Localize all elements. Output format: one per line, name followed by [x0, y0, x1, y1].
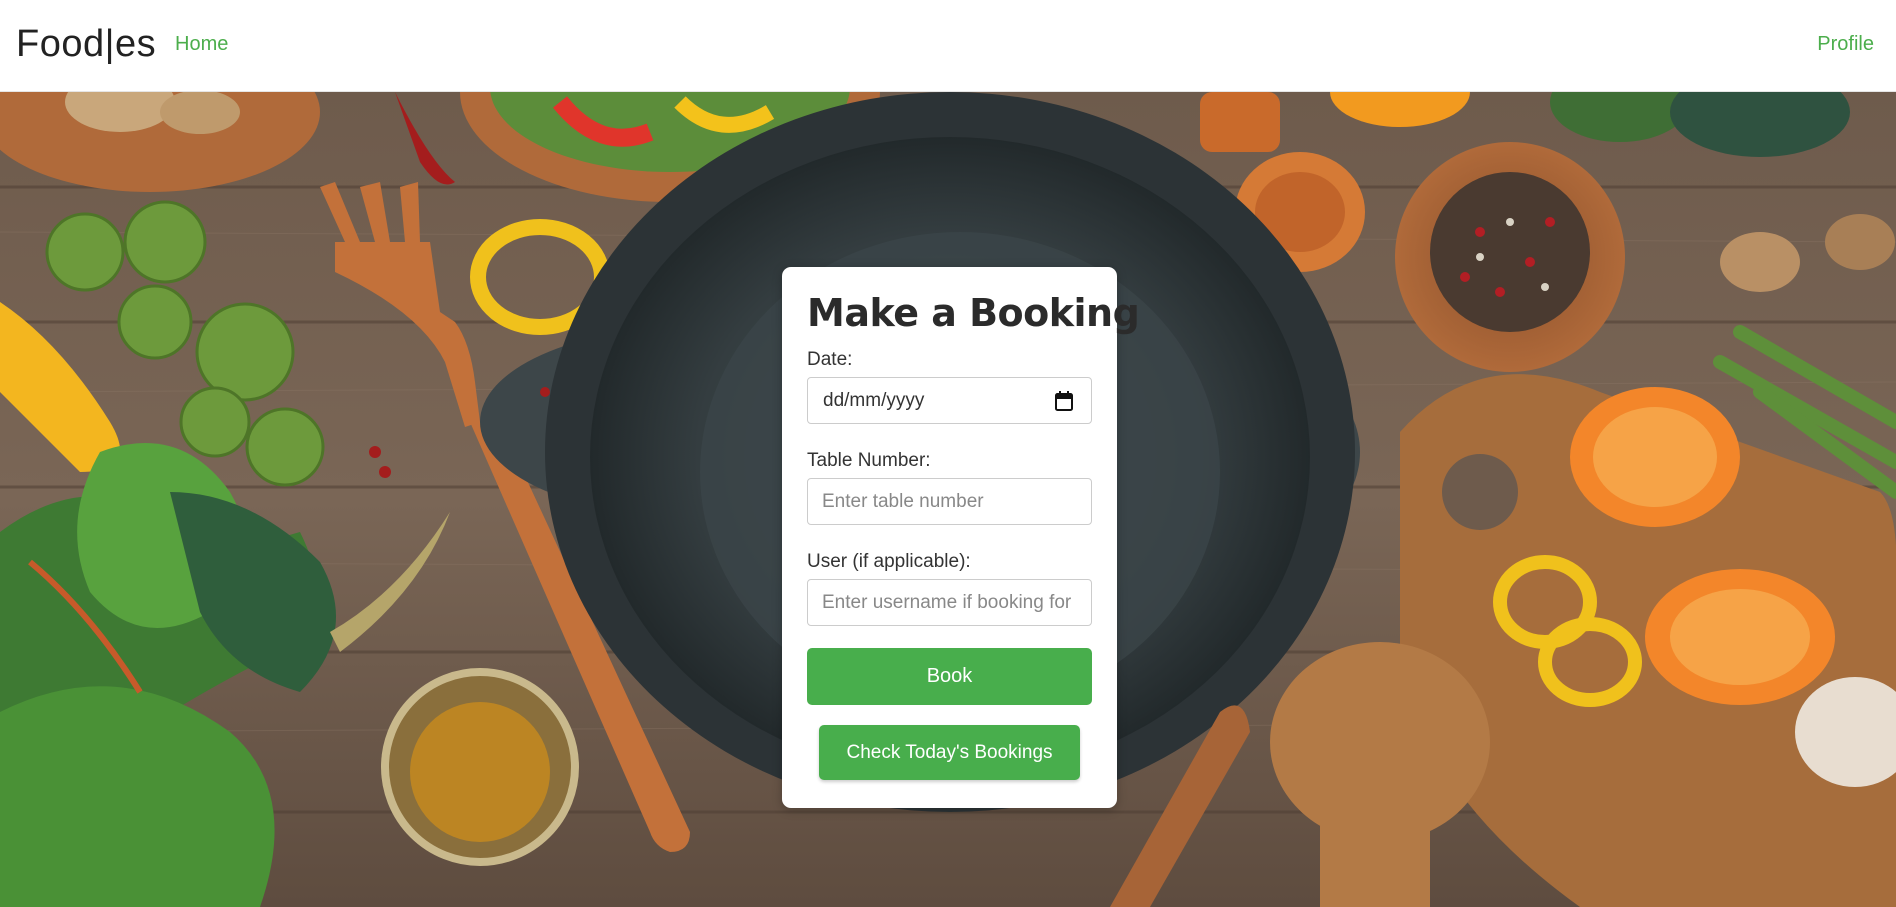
check-todays-bookings-button[interactable]: Check Today's Bookings	[819, 725, 1080, 780]
booking-title: Make a Booking	[807, 291, 1140, 335]
booking-card: Make a Booking Date: dd/mm/yyyy Table Nu…	[782, 267, 1140, 808]
top-navbar: Food|es Home Profile	[0, 0, 1896, 92]
nav-link-home[interactable]: Home	[175, 32, 228, 56]
table-number-field	[807, 478, 1092, 525]
book-button[interactable]: Book	[807, 648, 1092, 705]
table-number-label: Table Number:	[807, 450, 931, 471]
date-label: Date:	[807, 349, 853, 370]
user-field	[807, 579, 1092, 626]
user-input[interactable]	[808, 580, 1091, 625]
date-input-value: dd/mm/yyyy	[823, 390, 925, 411]
table-number-input[interactable]	[808, 479, 1091, 524]
calendar-icon[interactable]	[1055, 391, 1073, 411]
nav-link-profile[interactable]: Profile	[1817, 32, 1874, 56]
date-input[interactable]: dd/mm/yyyy	[807, 377, 1092, 424]
user-label: User (if applicable):	[807, 551, 971, 572]
brand-logo[interactable]: Food|es	[16, 22, 156, 66]
